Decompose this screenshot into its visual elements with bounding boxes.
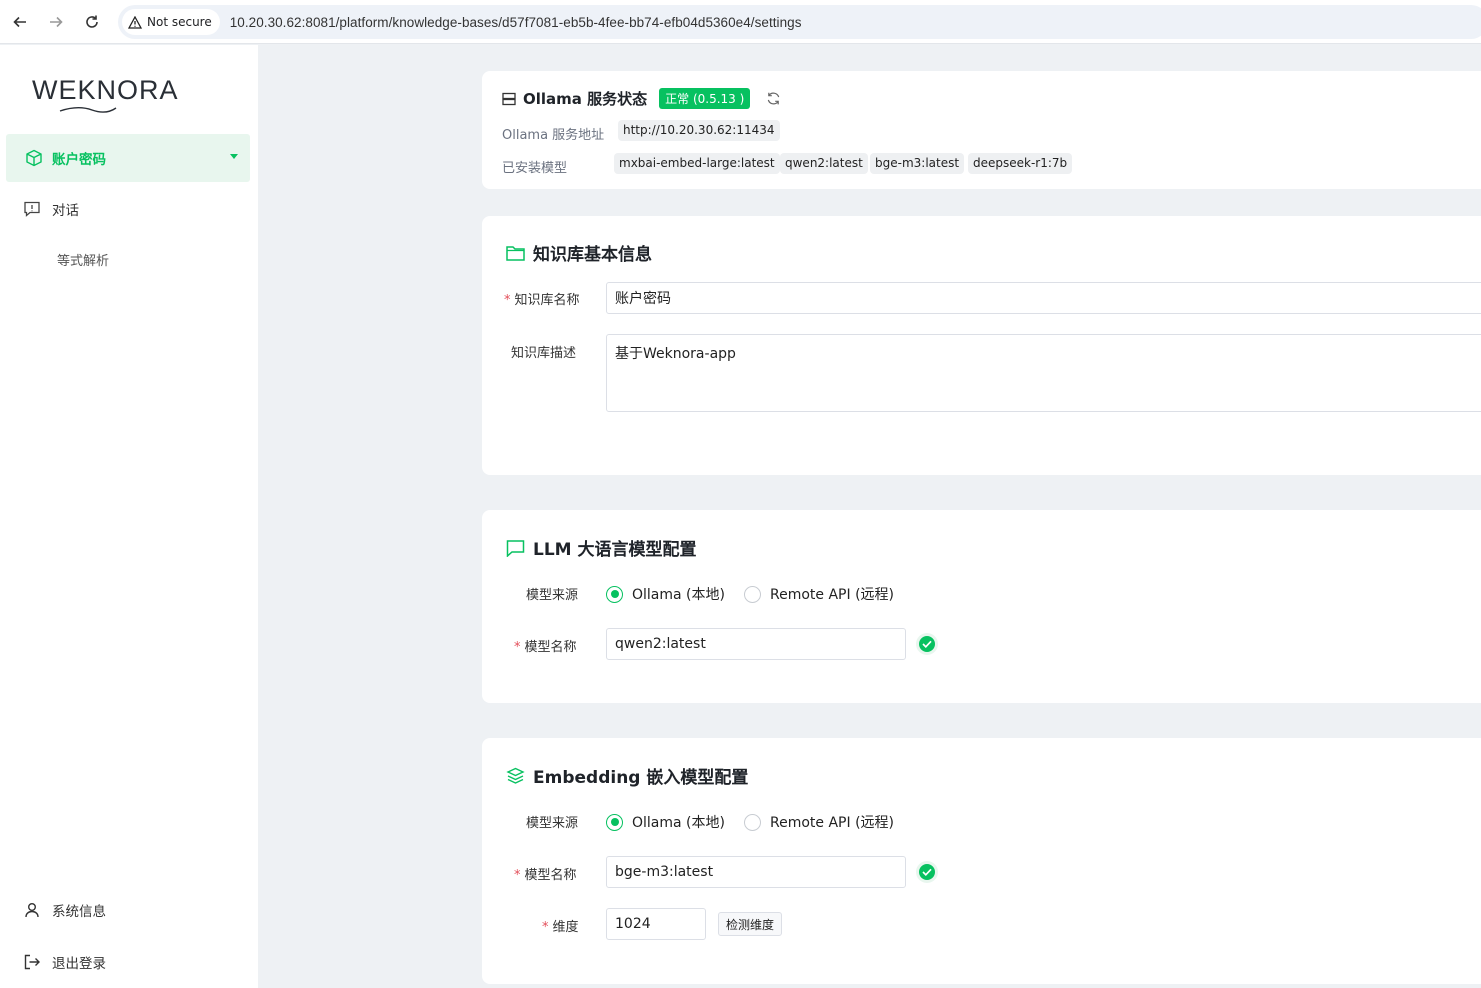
refresh-icon[interactable] — [766, 91, 781, 106]
url-text[interactable]: 10.20.30.62:8081/platform/knowledge-base… — [230, 15, 802, 30]
sidebar-item-active[interactable]: 账户密码 — [6, 134, 250, 182]
chevron-down-icon[interactable] — [230, 154, 238, 159]
required-mark: * — [514, 640, 521, 655]
embedding-config-header: Embedding 嵌入模型配置 — [506, 763, 748, 788]
model-chip: mxbai-embed-large:latest — [614, 153, 780, 174]
embedding-config-card: Embedding 嵌入模型配置 模型来源 Ollama (本地) Remote… — [482, 738, 1481, 984]
llm-model-input[interactable]: qwen2:latest — [606, 628, 906, 660]
sidebar-item-label: 退出登录 — [52, 956, 106, 972]
status-badge: 正常 (0.5.13 ) — [659, 88, 751, 109]
address-bar[interactable]: Not secure 10.20.30.62:8081/platform/kno… — [118, 5, 1481, 39]
model-chip: deepseek-r1:7b — [968, 153, 1073, 174]
model-chip: qwen2:latest — [780, 153, 868, 174]
layers-icon — [506, 767, 525, 784]
embedding-source-ollama-radio[interactable]: Ollama (本地) — [606, 812, 725, 832]
detect-dimension-button[interactable]: 检测维度 — [718, 912, 782, 936]
folder-icon — [506, 245, 525, 261]
embedding-config-title: Embedding 嵌入模型配置 — [533, 768, 749, 788]
check-circle-icon — [916, 861, 938, 883]
ollama-status-card: Ollama 服务状态 正常 (0.5.13 ) Ollama 服务地址 htt… — [482, 71, 1481, 189]
required-mark: * — [542, 920, 549, 935]
sidebar-active-label: 账户密码 — [52, 152, 106, 168]
embedding-source-label: 模型来源 — [526, 816, 579, 831]
radio-checked-icon — [606, 585, 623, 603]
security-label: Not secure — [147, 15, 212, 29]
embedding-dim-label: * 维度 — [542, 920, 579, 935]
sidebar-item-logout[interactable]: 退出登录 — [22, 952, 106, 972]
cube-icon — [24, 148, 44, 168]
llm-config-header: LLM 大语言模型配置 — [506, 535, 697, 560]
sidebar-subitem[interactable]: 等式解析 — [57, 250, 109, 269]
kb-name-input[interactable]: 账户密码 — [606, 282, 1481, 314]
message-icon — [506, 539, 525, 557]
kb-desc-textarea[interactable]: 基于Weknora-app — [606, 334, 1481, 412]
sidebar-item-label: 对话 — [52, 203, 79, 219]
logo-swoosh-icon — [59, 107, 117, 113]
required-mark: * — [514, 868, 521, 883]
security-chip[interactable]: Not secure — [122, 9, 220, 35]
browser-toolbar: Not secure 10.20.30.62:8081/platform/kno… — [0, 0, 1481, 44]
embedding-dim-input[interactable]: 1024 — [606, 908, 706, 940]
logout-icon — [22, 952, 42, 972]
kb-desc-label: 知识库描述 — [511, 346, 577, 361]
reload-icon[interactable] — [80, 10, 104, 34]
llm-config-card: LLM 大语言模型配置 模型来源 Ollama (本地) Remote API … — [482, 510, 1481, 703]
logo: WEKNORA — [32, 75, 179, 105]
embedding-model-label: * 模型名称 — [514, 868, 577, 883]
chat-icon — [22, 199, 42, 219]
radio-unchecked-icon — [744, 585, 761, 603]
llm-model-label: * 模型名称 — [514, 640, 577, 655]
installed-models-label: 已安装模型 — [502, 161, 568, 176]
embedding-model-input[interactable]: bge-m3:latest — [606, 856, 906, 888]
check-circle-icon — [916, 633, 938, 655]
radio-checked-icon — [606, 813, 623, 831]
radio-unchecked-icon — [744, 813, 761, 831]
llm-source-ollama-radio[interactable]: Ollama (本地) — [606, 584, 725, 604]
kb-info-header: 知识库基本信息 — [506, 240, 652, 265]
embedding-source-remote-radio[interactable]: Remote API (远程) — [744, 812, 894, 832]
server-icon — [502, 92, 516, 105]
required-mark: * — [504, 293, 511, 308]
sidebar-item-chat[interactable]: 对话 — [22, 199, 79, 219]
kb-info-card: 知识库基本信息 * 知识库名称 账户密码 知识库描述 基于Weknora-app — [482, 216, 1481, 475]
llm-config-title: LLM 大语言模型配置 — [533, 540, 697, 560]
ollama-status-header: Ollama 服务状态 正常 (0.5.13 ) — [502, 88, 781, 109]
model-chip: bge-m3:latest — [870, 153, 965, 174]
ollama-address-chip: http://10.20.30.62:11434 — [618, 120, 780, 141]
llm-source-remote-radio[interactable]: Remote API (远程) — [744, 584, 894, 604]
llm-source-label: 模型来源 — [526, 588, 579, 603]
user-icon — [22, 900, 42, 920]
warning-icon — [128, 15, 142, 29]
sidebar-item-system-info[interactable]: 系统信息 — [22, 900, 106, 920]
forward-arrow-icon[interactable] — [44, 10, 68, 34]
sidebar: WEKNORA 账户密码 对话 等式解析 系统信息 退出登录 — [0, 45, 258, 988]
sidebar-item-label: 系统信息 — [52, 904, 106, 920]
back-arrow-icon[interactable] — [8, 10, 32, 34]
ollama-status-title: Ollama 服务状态 — [523, 90, 648, 108]
ollama-address-label: Ollama 服务地址 — [502, 128, 605, 143]
kb-name-label: * 知识库名称 — [504, 293, 580, 308]
kb-info-title: 知识库基本信息 — [533, 245, 652, 265]
